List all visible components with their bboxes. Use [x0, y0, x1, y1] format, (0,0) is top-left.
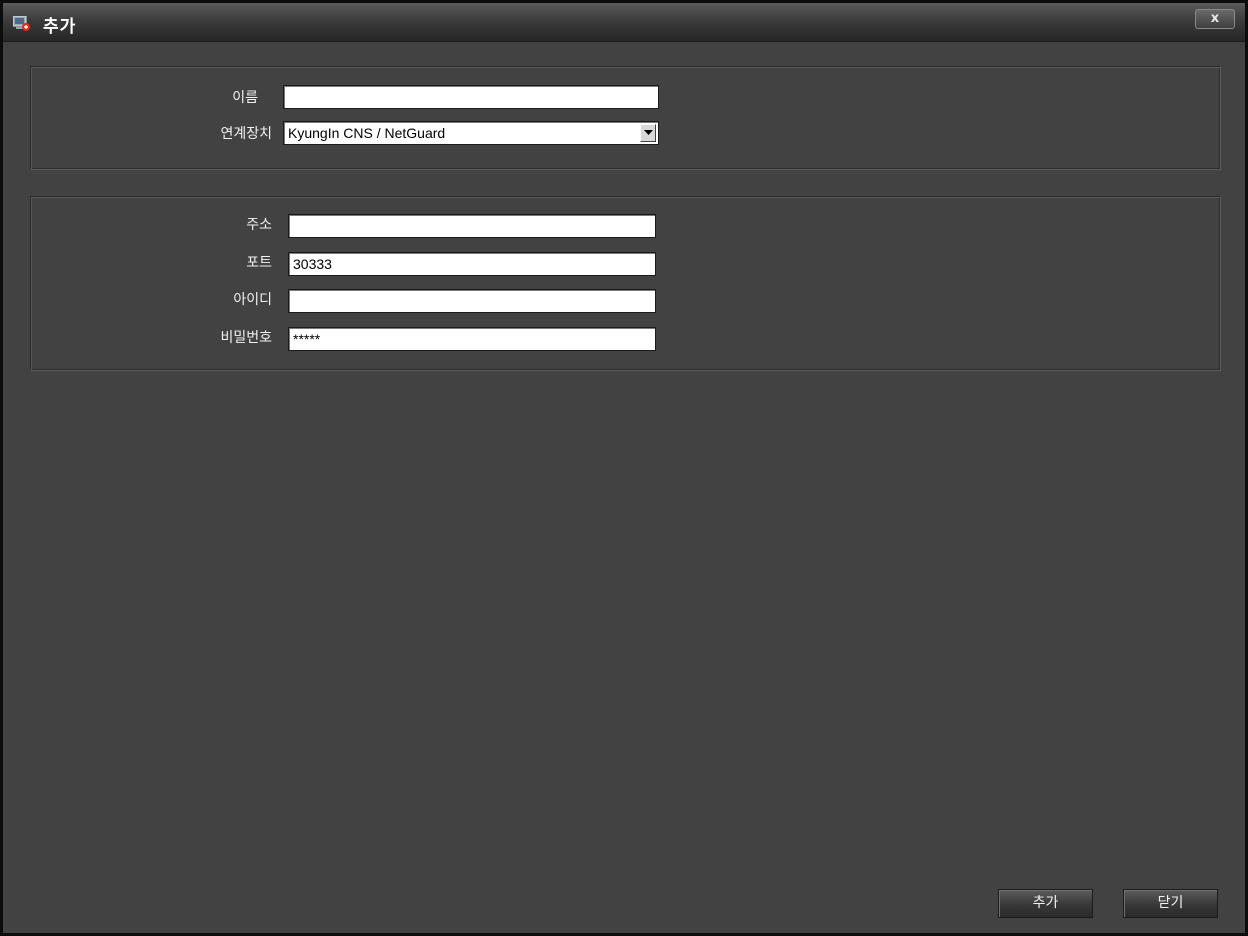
close-button[interactable]: 닫기: [1123, 889, 1218, 918]
address-label: 주소: [246, 217, 272, 233]
id-input[interactable]: [288, 289, 656, 313]
add-dialog-window: 추가 x 이름 연계장치 KyungIn CNS / NetGuard 주소 포…: [0, 0, 1248, 936]
add-device-icon: [12, 15, 31, 31]
name-input[interactable]: [283, 85, 659, 109]
add-button[interactable]: 추가: [998, 889, 1093, 918]
name-label: 이름: [232, 90, 258, 106]
port-label: 포트: [246, 255, 272, 271]
password-label: 비밀번호: [220, 330, 272, 346]
device-select[interactable]: KyungIn CNS / NetGuard: [283, 121, 659, 145]
port-input[interactable]: [288, 252, 656, 276]
general-panel: [30, 66, 1221, 170]
close-window-button[interactable]: x: [1195, 9, 1235, 29]
password-input[interactable]: [288, 327, 656, 351]
device-label: 연계장치: [220, 126, 272, 142]
address-input[interactable]: [288, 214, 656, 238]
title-bar[interactable]: 추가 x: [3, 3, 1245, 42]
id-label: 아이디: [233, 292, 272, 308]
window-title: 추가: [43, 17, 77, 37]
chevron-down-icon[interactable]: [640, 124, 656, 142]
device-select-value: KyungIn CNS / NetGuard: [288, 125, 446, 141]
